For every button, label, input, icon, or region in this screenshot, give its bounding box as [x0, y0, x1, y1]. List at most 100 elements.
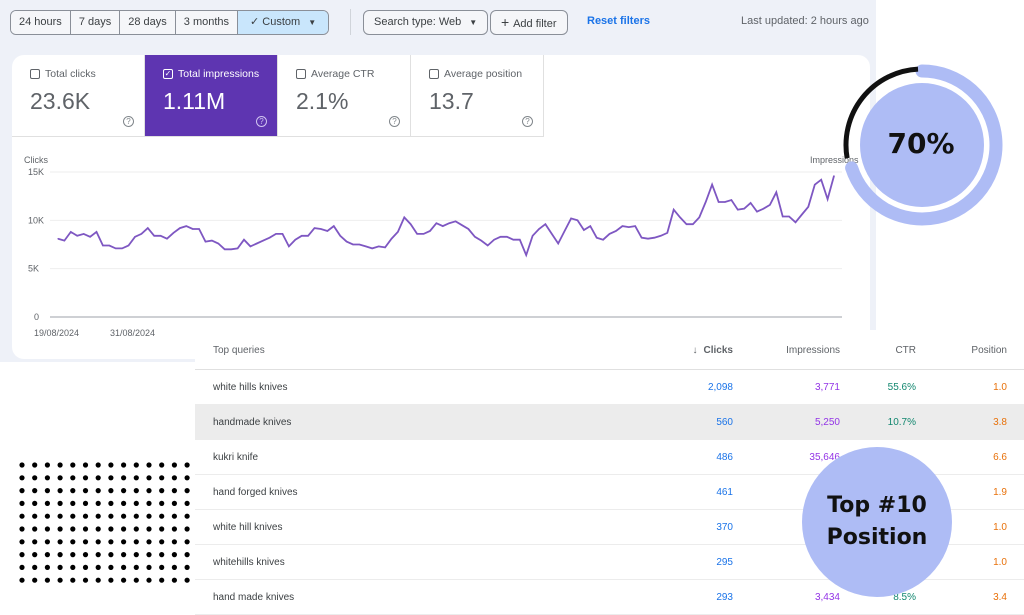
cell-position: 1.0	[993, 557, 1007, 568]
cell-clicks: 560	[716, 417, 733, 428]
pattern-dot	[82, 539, 89, 545]
data-point	[320, 228, 322, 230]
header-position[interactable]: Position	[971, 345, 1007, 356]
pattern-dot	[32, 577, 38, 583]
pattern-dot	[133, 462, 139, 468]
search-type-dropdown[interactable]: Search type: Web ▼	[363, 10, 489, 35]
data-point	[397, 231, 399, 233]
reset-filters-link[interactable]: Reset filters	[587, 15, 650, 27]
data-point	[782, 215, 784, 218]
cell-impressions: 3,771	[814, 382, 840, 393]
data-point	[461, 224, 463, 226]
pattern-dot	[133, 513, 139, 519]
data-point	[807, 206, 809, 208]
data-point	[256, 242, 258, 245]
pattern-dot	[32, 513, 38, 519]
y-tick-label: 0	[34, 312, 39, 322]
cell-clicks: 486	[716, 452, 733, 463]
cell-clicks: 293	[716, 592, 733, 603]
header-query[interactable]: Top queries	[213, 345, 265, 356]
cell-clicks: 295	[716, 557, 733, 568]
pattern-dot	[19, 462, 25, 468]
cell-query: whitehills knives	[213, 557, 285, 568]
pattern-dot	[82, 488, 89, 494]
pattern-dot	[70, 500, 76, 506]
cell-impressions: 5,250	[814, 417, 840, 428]
pattern-dot	[70, 488, 76, 494]
caret-down-icon: ▼	[469, 18, 478, 27]
add-filter-button[interactable]: + Add filter	[490, 10, 568, 35]
pattern-dot	[57, 488, 63, 494]
range-3-months[interactable]: 3 months	[175, 11, 239, 34]
pattern-dot	[121, 462, 127, 468]
header-impressions[interactable]: Impressions	[786, 345, 840, 356]
data-point	[801, 213, 803, 216]
data-point	[455, 220, 457, 222]
data-point	[762, 208, 765, 210]
data-point	[262, 240, 264, 242]
data-point	[653, 237, 656, 239]
pattern-dot	[95, 526, 101, 532]
pattern-dot	[95, 539, 101, 545]
pattern-dot	[44, 475, 50, 481]
custom-label: Custom	[262, 16, 301, 28]
pattern-dot	[44, 513, 50, 519]
pattern-dot	[108, 475, 114, 481]
pattern-dot	[146, 552, 152, 558]
cell-position: 6.6	[993, 452, 1007, 463]
pattern-dot	[121, 488, 127, 494]
pattern-dot	[133, 552, 139, 558]
pattern-dot	[82, 462, 89, 468]
range-custom[interactable]: ✓ Custom ▼	[238, 11, 329, 34]
pattern-dot	[32, 564, 38, 570]
pattern-dot	[171, 539, 177, 545]
pattern-dot	[108, 488, 114, 494]
range-24-hours[interactable]: 24 hours	[11, 11, 71, 34]
pattern-dot	[44, 462, 50, 468]
data-point	[583, 229, 585, 231]
table-row[interactable]: handmade knives 560 5,250 10.7% 3.8	[195, 405, 1024, 440]
data-point	[345, 241, 348, 243]
pattern-dot	[171, 513, 177, 519]
data-point	[236, 247, 239, 249]
pattern-dot	[57, 475, 63, 481]
pattern-dot	[95, 513, 101, 519]
pattern-dot	[82, 552, 89, 558]
data-point	[378, 245, 380, 248]
pattern-dot	[44, 500, 50, 506]
pattern-dot	[121, 564, 127, 570]
data-point	[557, 242, 559, 245]
pattern-dot	[184, 488, 190, 494]
pattern-dot	[19, 513, 25, 519]
pattern-dot	[133, 577, 139, 583]
range-7-days[interactable]: 7 days	[70, 11, 121, 34]
y-tick-label: 15K	[28, 167, 44, 177]
pattern-dot	[32, 462, 38, 468]
pattern-dot	[159, 577, 165, 583]
pattern-dot	[121, 526, 127, 532]
header-clicks[interactable]: ↓ Clicks	[693, 345, 733, 356]
table-row[interactable]: white hills knives 2,098 3,771 55.6% 1.0	[195, 370, 1024, 405]
data-point	[679, 216, 681, 219]
cell-position: 1.0	[993, 522, 1007, 533]
header-clicks-label: Clicks	[703, 345, 733, 356]
pattern-dot	[184, 526, 190, 532]
dot-pattern-decoration	[19, 462, 190, 583]
date-range-selector: 24 hours 7 days 28 days 3 months ✓ Custo…	[10, 10, 330, 35]
cell-query: hand forged knives	[213, 487, 298, 498]
pattern-dot	[57, 526, 63, 532]
data-point	[313, 227, 316, 229]
data-point	[666, 232, 668, 234]
pattern-dot	[159, 513, 165, 519]
data-point	[63, 240, 66, 242]
data-point	[249, 245, 251, 248]
range-28-days[interactable]: 28 days	[120, 11, 176, 34]
data-point	[410, 223, 412, 225]
table-header: Top queries ↓ Clicks Impressions CTR Posi…	[195, 330, 1024, 370]
data-point	[641, 237, 643, 239]
data-point	[281, 233, 284, 235]
pattern-dot	[19, 526, 25, 532]
pattern-dot	[146, 475, 152, 481]
header-ctr[interactable]: CTR	[895, 345, 916, 356]
pattern-dot	[32, 526, 38, 532]
